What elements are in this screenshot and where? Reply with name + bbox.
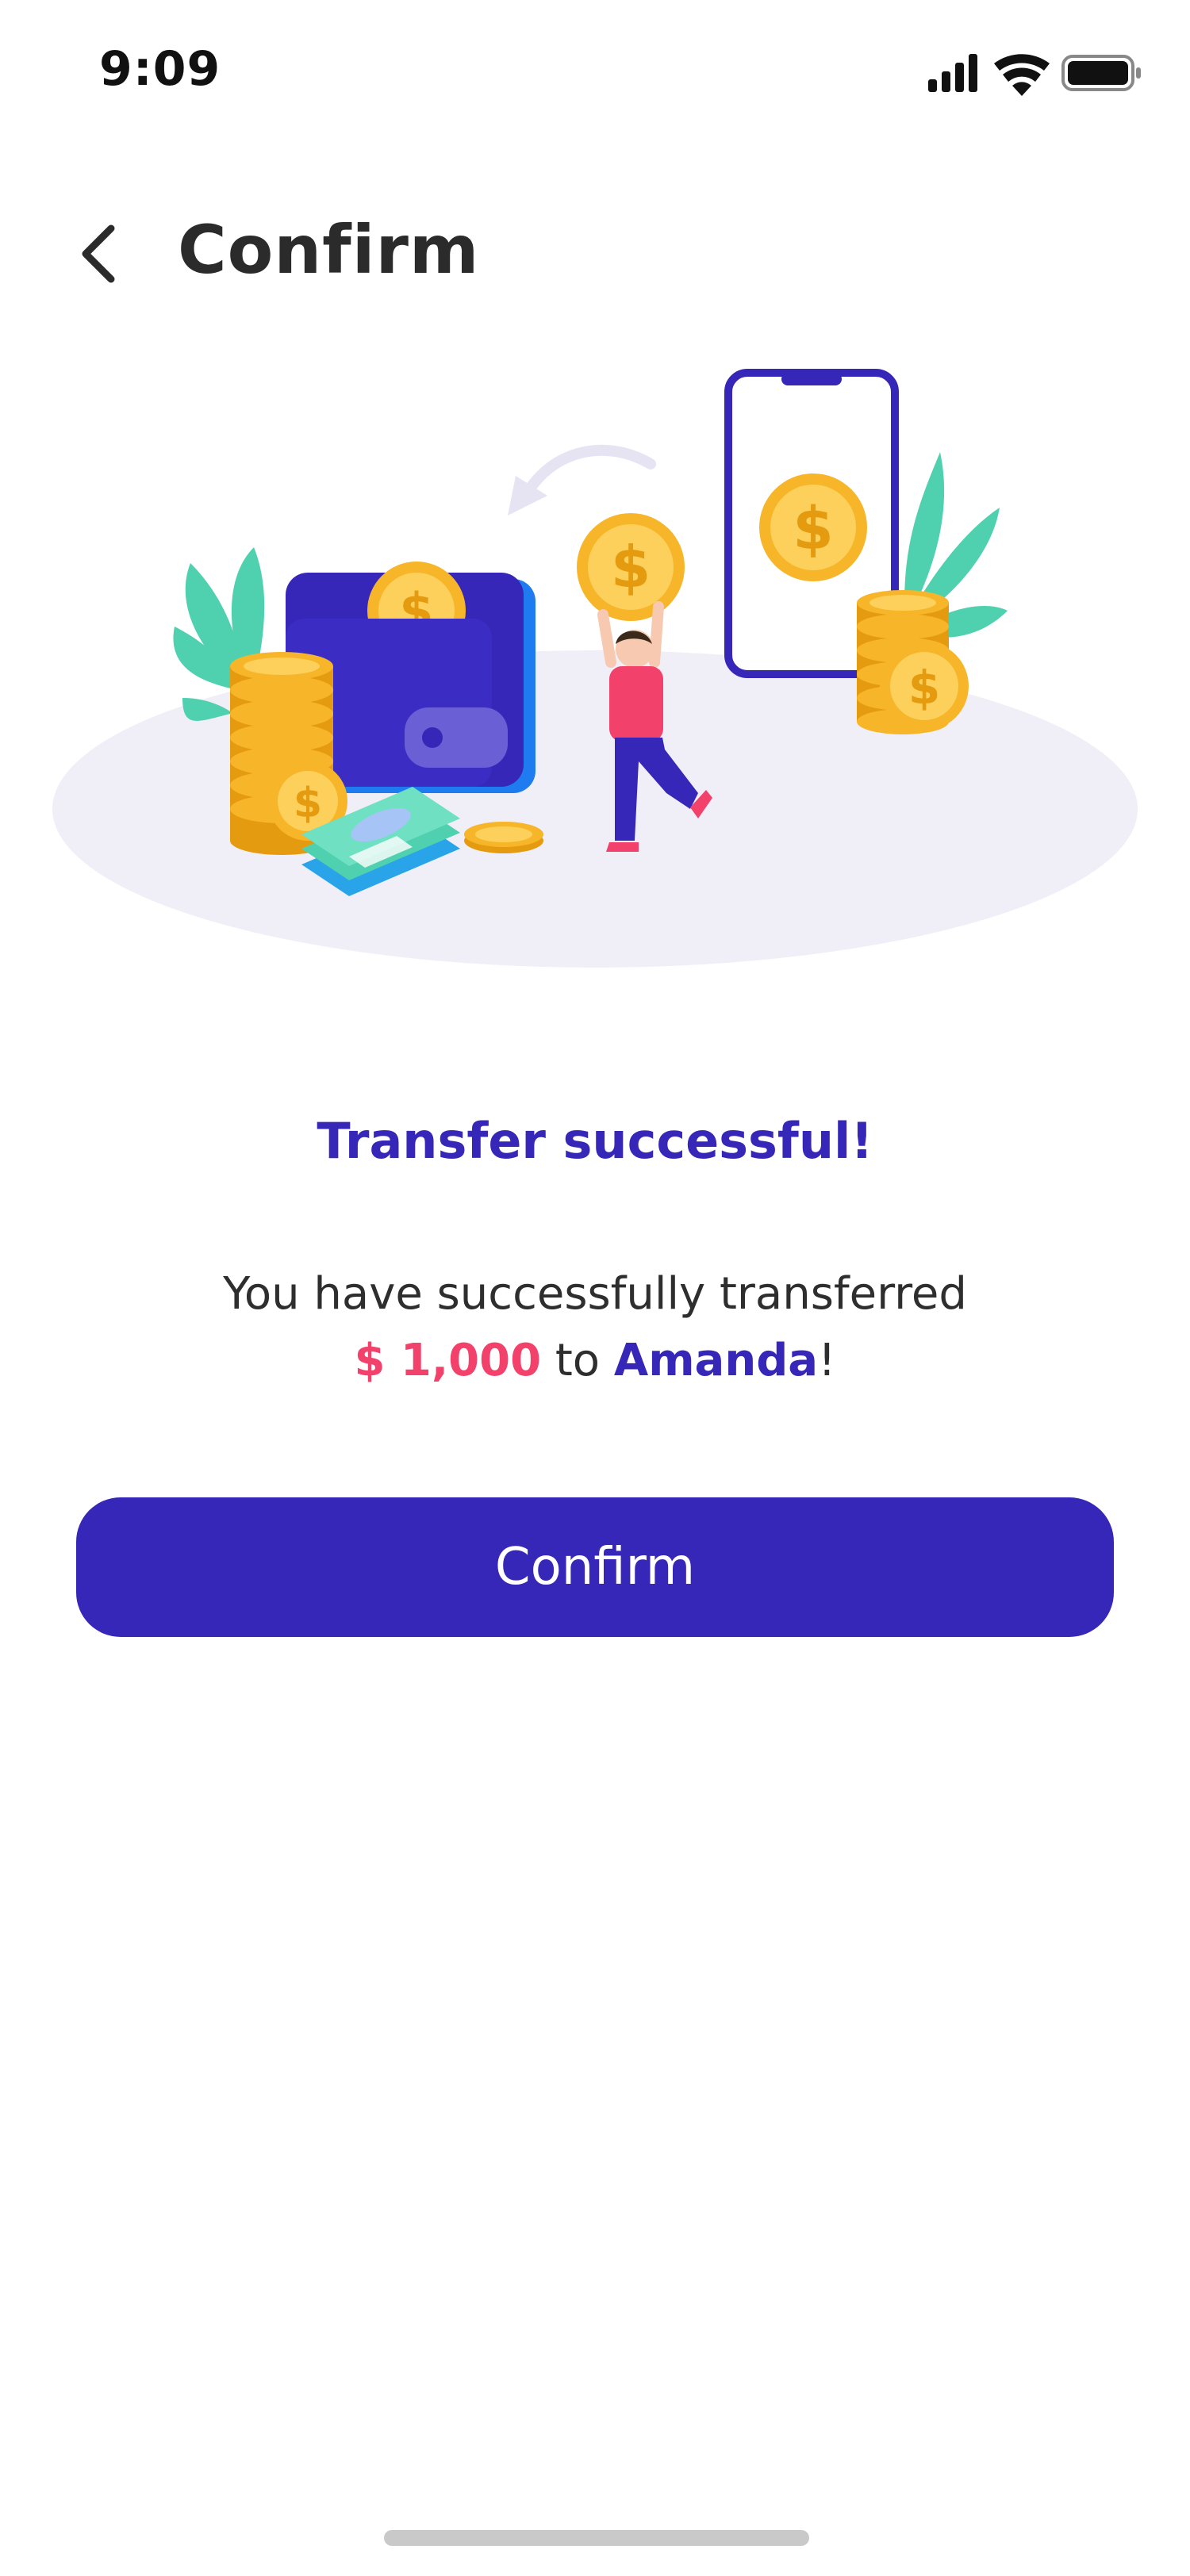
confirm-button[interactable]: Confirm xyxy=(76,1497,1114,1637)
transfer-arrow-icon xyxy=(508,444,656,516)
transfer-amount: $ 1,000 xyxy=(354,1335,542,1386)
chevron-left-icon xyxy=(82,224,115,283)
success-title: Transfer successful! xyxy=(317,1112,873,1170)
svg-text:$: $ xyxy=(294,780,322,827)
svg-text:$: $ xyxy=(611,534,651,600)
confirm-button-label: Confirm xyxy=(494,1538,696,1597)
status-icons xyxy=(928,54,1141,96)
recipient-name: Amanda xyxy=(613,1335,819,1386)
ground-shadow xyxy=(52,650,1138,968)
wifi-icon xyxy=(994,54,1050,96)
coin-icon xyxy=(464,822,543,853)
success-message-line1: You have successfully transferred xyxy=(223,1268,967,1320)
page-title: Confirm xyxy=(178,211,480,289)
status-time: 9:09 xyxy=(99,41,221,97)
cellular-signal-icon xyxy=(928,54,977,92)
transfer-illustration: $ $ $ $ $ xyxy=(52,369,1138,968)
home-indicator[interactable] xyxy=(384,2530,809,2546)
svg-text:$: $ xyxy=(793,495,834,563)
status-bar: 9:09 xyxy=(0,0,1190,143)
message-connector: to xyxy=(541,1335,614,1386)
back-button[interactable] xyxy=(70,214,133,293)
battery-icon xyxy=(1061,55,1141,91)
svg-text:$: $ xyxy=(908,661,940,715)
message-suffix: ! xyxy=(818,1335,836,1386)
success-message: You have successfully transferred $ 1,00… xyxy=(119,1261,1071,1394)
header: Confirm xyxy=(0,190,1190,317)
